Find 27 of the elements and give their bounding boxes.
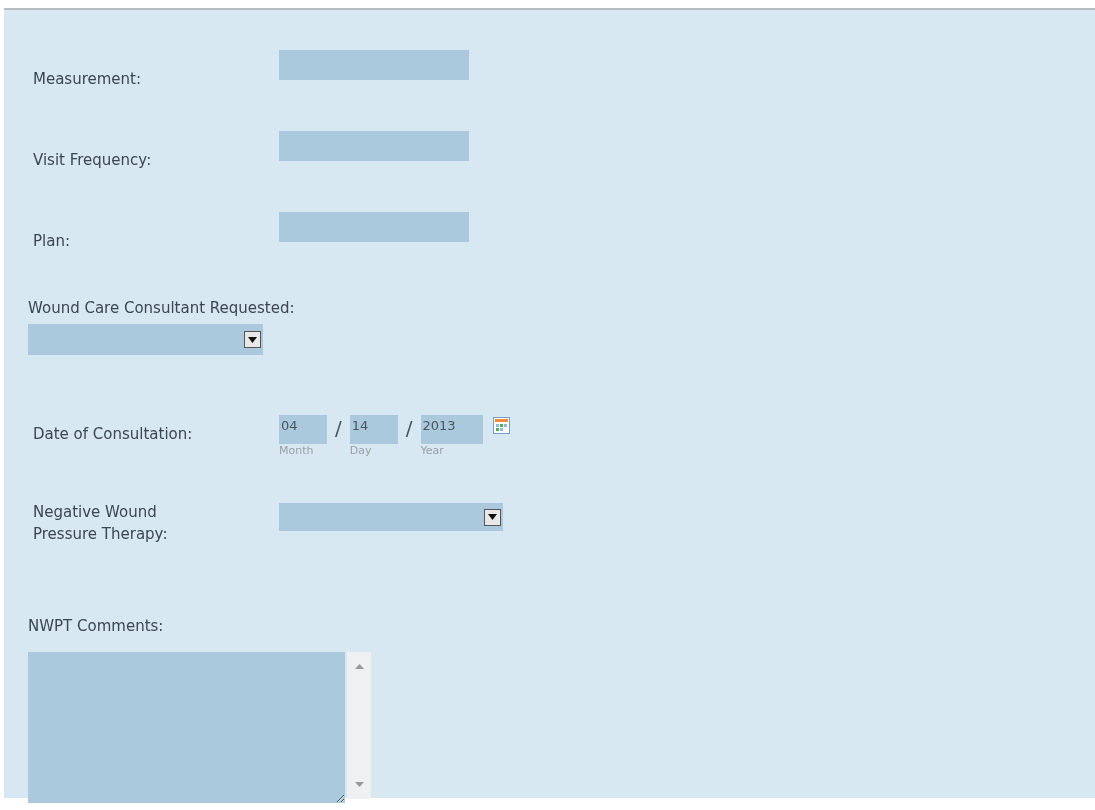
scroll-down-icon[interactable] [354, 782, 364, 787]
field-label: Date of Consultation: [33, 424, 194, 445]
calendar-icon[interactable] [492, 417, 510, 434]
field-label: Plan: [33, 231, 71, 252]
caret-icon [484, 508, 501, 526]
comments-field[interactable] [28, 652, 345, 803]
caret-icon [244, 331, 261, 348]
scrollbar[interactable] [347, 652, 371, 799]
date-separator: / [405, 415, 413, 441]
dropdown[interactable] [279, 503, 503, 531]
date-input[interactable]: 04 [279, 415, 327, 444]
input-field[interactable] [279, 212, 469, 242]
date-input[interactable]: 14 [349, 415, 398, 444]
field-label: NWPT Comments: [28, 616, 165, 637]
date-separator: / [335, 415, 342, 441]
date-caption: Year [420, 444, 445, 457]
scroll-up-icon[interactable] [354, 664, 364, 669]
field-label: Wound Care Consultant Requested: [28, 298, 296, 319]
input-field[interactable] [279, 50, 469, 80]
input-field[interactable] [279, 131, 469, 161]
date-caption: Month [279, 444, 315, 457]
field-label: Measurement: [33, 69, 143, 90]
dropdown[interactable] [28, 324, 263, 355]
field-label: Negative Wound Pressure Therapy: [33, 502, 169, 545]
date-input[interactable]: 2013 [420, 415, 483, 444]
field-label: Visit Frequency: [33, 150, 153, 171]
date-caption: Day [349, 444, 373, 457]
